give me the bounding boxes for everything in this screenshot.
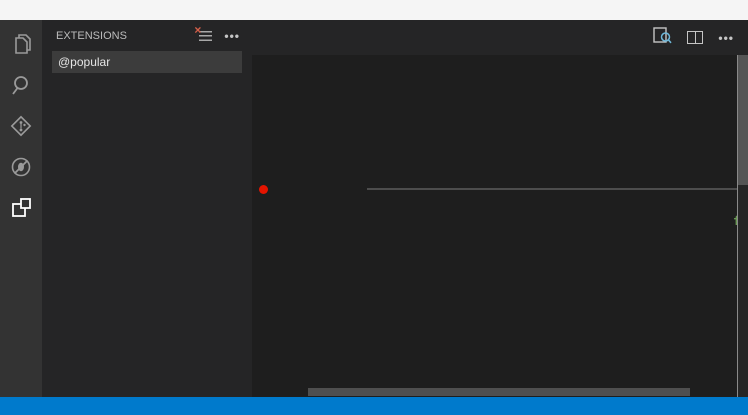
- sidebar-header: EXTENSIONS •••: [42, 20, 252, 47]
- sidebar-title: EXTENSIONS: [56, 30, 197, 42]
- split-editor-icon[interactable]: [687, 31, 703, 44]
- activity-bar: [0, 20, 42, 397]
- clear-extensions-input-icon[interactable]: [197, 30, 212, 42]
- status-bar: [0, 397, 748, 415]
- editor-actions: •••: [653, 20, 748, 55]
- breakpoint-dot[interactable]: [259, 185, 268, 194]
- open-preview-icon[interactable]: [653, 27, 672, 49]
- editor-more-actions-icon[interactable]: •••: [718, 31, 734, 45]
- extensions-sidebar: EXTENSIONS •••: [42, 20, 252, 397]
- menubar: [0, 0, 748, 20]
- horizontal-scrollbar-thumb[interactable]: [308, 388, 690, 396]
- tab-bar: •••: [252, 20, 748, 55]
- extensions-icon[interactable]: [7, 194, 35, 222]
- horizontal-scrollbar[interactable]: [252, 387, 738, 397]
- search-icon[interactable]: [7, 71, 35, 99]
- extensions-search-input[interactable]: [52, 51, 242, 73]
- explorer-icon[interactable]: [7, 30, 35, 58]
- more-actions-icon[interactable]: •••: [224, 29, 240, 43]
- debug-icon[interactable]: [7, 153, 35, 181]
- extensions-list: [42, 78, 252, 397]
- workbench: EXTENSIONS ••• •••: [0, 20, 748, 397]
- editor-group: ••• fac: [252, 20, 748, 397]
- intellisense-suggest-widget: [367, 188, 738, 190]
- vertical-scrollbar[interactable]: [738, 55, 748, 397]
- source-control-icon[interactable]: [7, 112, 35, 140]
- extensions-search-box: [52, 51, 242, 73]
- vertical-scrollbar-thumb[interactable]: [738, 55, 748, 185]
- code-editor[interactable]: [252, 55, 738, 387]
